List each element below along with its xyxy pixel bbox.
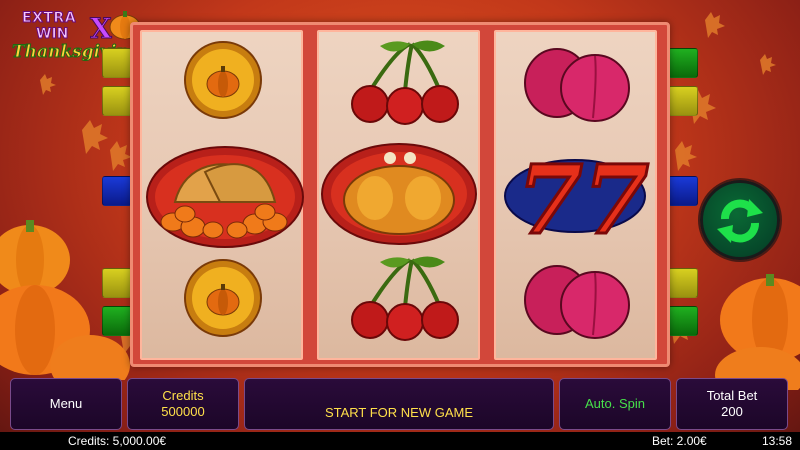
total-bet-label: Total Bet	[706, 388, 758, 403]
auto-spin-button[interactable]: Auto. Spin	[559, 378, 671, 430]
line-marker-right-5	[668, 306, 698, 336]
status-bar: Credits: 5,000.00€ Bet: 2.00€ 13:58	[0, 432, 800, 450]
pumpkins-right-decoration	[715, 274, 800, 390]
cherries-symbol	[351, 256, 459, 341]
credits-label: Credits	[162, 388, 204, 403]
credits-panel: Credits 500000	[127, 378, 239, 430]
seven-seven-symbol: 77	[504, 144, 651, 248]
refresh-arrows-icon	[717, 199, 763, 243]
menu-button[interactable]: Menu	[10, 378, 122, 430]
cherries-symbol	[351, 40, 459, 125]
status-bet: Bet: 2.00€	[652, 434, 707, 448]
svg-text:77: 77	[517, 145, 649, 248]
total-bet-button[interactable]: Total Bet 200	[676, 378, 788, 430]
total-bet-value: 200	[721, 404, 743, 419]
menu-label: Menu	[49, 396, 83, 411]
pumpkin-coin-symbol	[184, 259, 262, 337]
logo-extra-text: EXTRA	[21, 10, 77, 27]
status-time: 13:58	[762, 434, 793, 448]
line-marker-right-4	[668, 268, 698, 298]
line-marker-left-5	[102, 306, 132, 336]
plums-symbol	[524, 48, 630, 122]
roast-turkey-symbol	[321, 143, 477, 245]
line-marker-right-3	[668, 176, 698, 206]
line-marker-left-4	[102, 268, 132, 298]
message-panel: START FOR NEW GAME	[244, 378, 554, 430]
cornucopia-symbol	[146, 146, 304, 248]
logo-win-text: WIN	[35, 26, 69, 43]
line-marker-right-2	[668, 86, 698, 116]
pumpkin-coin-symbol	[184, 41, 262, 119]
plums-symbol	[524, 265, 630, 339]
line-marker-left-3	[102, 176, 132, 206]
line-marker-left-1	[102, 48, 132, 78]
game-message: START FOR NEW GAME	[324, 405, 474, 420]
line-marker-left-2	[102, 86, 132, 116]
auto-spin-label: Auto. Spin	[585, 396, 645, 411]
status-credits: Credits: 5,000.00€	[68, 434, 167, 448]
credits-value: 500000	[161, 404, 205, 419]
spin-button[interactable]	[700, 180, 780, 260]
line-marker-right-1	[668, 48, 698, 78]
